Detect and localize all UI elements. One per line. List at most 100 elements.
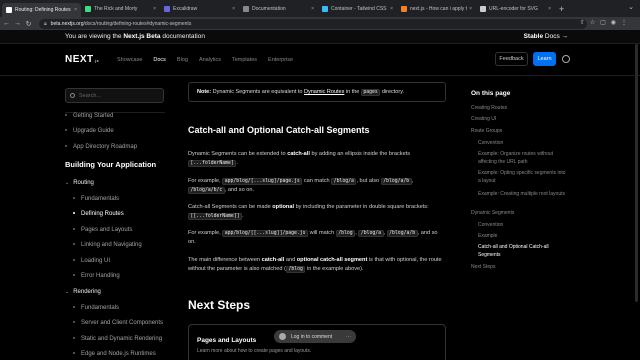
- forward-icon[interactable]: →: [13, 20, 22, 27]
- nav-analytics[interactable]: Analytics: [199, 57, 221, 63]
- inline-code: /blog/a/b/c: [188, 187, 225, 195]
- sidebar-item-static-dynamic[interactable]: Static and Dynamic Rendering: [73, 336, 162, 342]
- feedback-button[interactable]: Feedback: [495, 52, 528, 66]
- sidebar-section-title: Building Your Application: [65, 160, 157, 169]
- browser-tab[interactable]: Excalidraw ×: [160, 2, 239, 16]
- sidebar-item-error-handling[interactable]: Error Handling: [73, 273, 120, 279]
- toc-item[interactable]: Convention: [478, 222, 568, 230]
- stable-docs-link[interactable]: Stable Docs →: [524, 33, 568, 40]
- more-icon[interactable]: ···: [346, 334, 351, 340]
- browser-tab[interactable]: Documentation ×: [239, 2, 318, 16]
- learn-button[interactable]: Learn: [533, 52, 556, 66]
- sidebar-item-fundamentals[interactable]: Fundamentals: [73, 196, 119, 202]
- close-icon[interactable]: ×: [153, 6, 156, 12]
- toc-item[interactable]: Convention: [478, 140, 568, 148]
- favicon-icon: [164, 5, 170, 12]
- close-icon[interactable]: ×: [469, 6, 472, 12]
- bullet-icon: [73, 321, 75, 324]
- paragraph: Catch-all Segments can be made optional …: [188, 203, 446, 221]
- close-icon[interactable]: ×: [548, 6, 551, 12]
- tab-title: Excalidraw: [173, 5, 198, 12]
- toc-item[interactable]: Example: Creating multiple root layouts: [478, 191, 568, 199]
- sidebar-item-rendering-fundamentals[interactable]: Fundamentals: [73, 305, 119, 311]
- toc-item[interactable]: Dynamic Segments: [471, 210, 561, 218]
- inline-code: /blog/a: [358, 230, 384, 237]
- sidebar-item-pages-layouts[interactable]: Pages and Layouts: [73, 227, 132, 233]
- github-icon[interactable]: [562, 55, 570, 63]
- browser-tab-bar: Routing: Defining Routes | Ne...× The Ri…: [0, 0, 640, 17]
- browser-tab[interactable]: URL-encoder for SVG ×: [476, 2, 555, 16]
- top-nav: Showcase Docs Blog Analytics Templates E…: [117, 57, 293, 63]
- close-icon[interactable]: ×: [74, 7, 77, 13]
- sidebar-item-label: Fundamentals: [81, 305, 120, 311]
- sidebar-item-roadmap[interactable]: App Directory Roadmap: [65, 144, 137, 150]
- note-callout: Note: Dynamic Segments are equivalent to…: [188, 82, 446, 102]
- note-label: Note:: [197, 89, 212, 95]
- note-text: Dynamic Segments are equivalent to: [211, 89, 304, 95]
- toc-item[interactable]: Example: Opting specific segments into a…: [478, 170, 568, 185]
- nav-showcase[interactable]: Showcase: [117, 57, 142, 63]
- toc-item[interactable]: Creating UI: [471, 116, 561, 124]
- search-input[interactable]: Search...: [65, 88, 164, 103]
- sidebar-item-upgrade-guide[interactable]: Upgrade Guide: [65, 128, 114, 134]
- nav-templates[interactable]: Templates: [232, 57, 257, 63]
- address-bar[interactable]: 🔒︎ beta.nextjs.org/docs/routing/defining…: [39, 18, 587, 29]
- browser-tab[interactable]: next.js - How can i apply tailw...×: [397, 2, 476, 16]
- browser-tab[interactable]: Container - Tailwind CSS ×: [318, 2, 397, 16]
- toc-item[interactable]: Example: Organize routes without affecti…: [478, 151, 568, 166]
- chevron-down-icon[interactable]: ⌄: [628, 3, 634, 11]
- back-icon[interactable]: ←: [2, 20, 11, 27]
- bold-text: catch-all: [261, 257, 285, 263]
- nextjs-logo[interactable]: NEXT.js: [65, 54, 99, 65]
- favicon-icon: [243, 5, 249, 12]
- reload-icon[interactable]: ↻: [24, 20, 33, 28]
- browser-extension-icons[interactable]: ⇧☆▢◉⋮: [580, 19, 632, 26]
- url-path: /docs/routing/defining-routes#dynamic-se…: [83, 20, 192, 27]
- favicon-icon: [480, 5, 486, 12]
- paragraph: For example, app/blog/[[...slug]]/page.j…: [188, 229, 446, 247]
- toc-item[interactable]: Creating Routes: [471, 105, 561, 113]
- lock-icon: 🔒︎: [44, 20, 47, 27]
- text: by including the parameter in double squ…: [294, 204, 429, 210]
- table-of-contents: On this page Creating Routes Creating UI…: [471, 76, 566, 360]
- bullet-icon: [73, 243, 75, 246]
- beta-banner: You are viewing the Next.js Beta documen…: [0, 30, 640, 44]
- sidebar-item-server-client[interactable]: Server and Client Components: [73, 320, 163, 326]
- sidebar-group-label: Routing: [73, 180, 94, 186]
- login-comment-toast[interactable]: Log in to comment ···: [274, 330, 356, 343]
- note-text: in the: [344, 89, 361, 95]
- sidebar-item-linking[interactable]: Linking and Navigating: [73, 242, 142, 248]
- stable-bold: Stable: [523, 33, 544, 40]
- sidebar-group-routing[interactable]: ⌄ Routing: [65, 180, 94, 186]
- nav-docs[interactable]: Docs: [153, 57, 166, 63]
- sidebar-group-rendering[interactable]: ⌄ Rendering: [65, 289, 101, 295]
- nav-blog[interactable]: Blog: [177, 57, 188, 63]
- sidebar-item-label: Loading UI: [81, 258, 111, 264]
- sidebar-item-label: Pages and Layouts: [81, 227, 133, 233]
- toc-item[interactable]: Next Steps: [471, 264, 561, 272]
- sidebar-group-label: Rendering: [73, 289, 101, 295]
- next-steps-heading: Next Steps: [188, 298, 251, 312]
- toc-item-active[interactable]: Catch-all and Optional Catch-all Segment…: [478, 244, 568, 259]
- sidebar-item-getting-started[interactable]: Getting Started: [65, 113, 113, 119]
- browser-tab[interactable]: The Rick and Morty ×: [81, 2, 160, 16]
- nav-enterprise[interactable]: Enterprise: [268, 57, 293, 63]
- scrollbar[interactable]: [635, 44, 638, 302]
- toc-title: On this page: [471, 90, 511, 97]
- inline-code: app/blog/[...slug]/page.js: [222, 178, 303, 185]
- sidebar-item-edge-node[interactable]: Edge and Node.js Runtimes: [73, 351, 156, 357]
- close-icon[interactable]: ×: [232, 6, 235, 12]
- new-tab-button[interactable]: +: [559, 4, 564, 14]
- site-header: NEXT.js Showcase Docs Blog Analytics Tem…: [0, 44, 640, 76]
- bold-text: optional catch-all segment: [296, 257, 368, 263]
- dynamic-routes-link[interactable]: Dynamic Routes: [304, 89, 344, 95]
- browser-tab-active[interactable]: Routing: Defining Routes | Ne...×: [2, 3, 81, 17]
- sidebar-item-defining-routes[interactable]: Defining Routes: [73, 211, 124, 217]
- tab-title: Routing: Defining Routes | Ne...: [15, 7, 72, 13]
- toc-item[interactable]: Example: [478, 233, 568, 241]
- close-icon[interactable]: ×: [311, 6, 314, 12]
- sidebar-item-loading-ui[interactable]: Loading UI: [73, 258, 110, 264]
- close-icon[interactable]: ×: [390, 6, 393, 12]
- text: .: [242, 213, 244, 220]
- toc-item[interactable]: Route Groups: [471, 128, 561, 136]
